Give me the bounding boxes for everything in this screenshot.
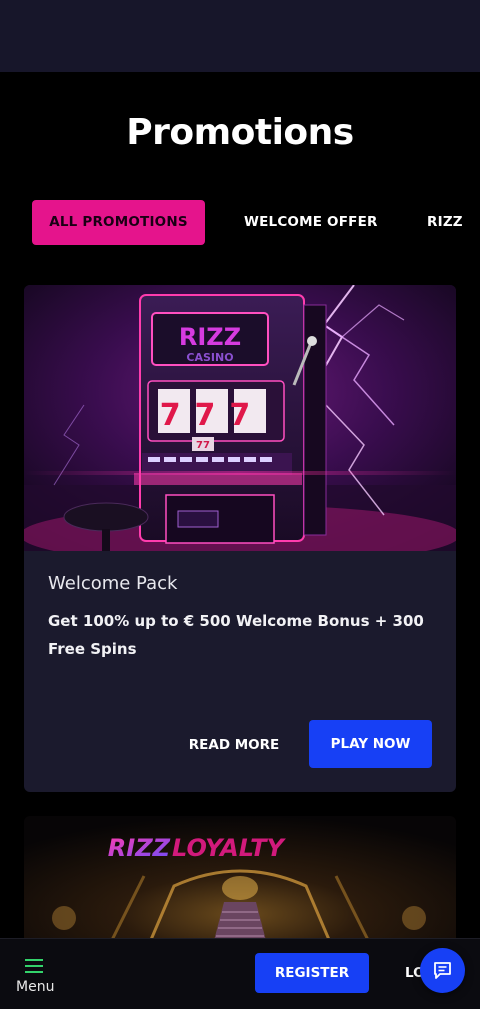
tab-rizz[interactable]: RIZZ [427, 200, 463, 245]
promotion-name: Welcome Pack [48, 573, 178, 594]
menu-label[interactable]: Menu [16, 979, 54, 995]
read-more-button[interactable]: READ MORE [184, 721, 284, 769]
page-title: Promotions [126, 112, 354, 153]
slot-reels: 777 [160, 398, 265, 433]
promotion-tabs: ALL PROMOTIONS WELCOME OFFER RIZZ [32, 200, 480, 246]
top-header-bar [0, 0, 480, 72]
slot-machine-image[interactable]: RIZZ CASINO 777 77 [24, 285, 456, 551]
tab-all-promotions[interactable]: ALL PROMOTIONS [32, 200, 205, 245]
promotion-card-welcome-pack: RIZZ CASINO 777 77 Welcome Pack Get 100%… [24, 285, 456, 792]
promotion-description: Get 100% up to € 500 Welcome Bonus + 300… [48, 612, 424, 658]
register-button[interactable]: REGISTER [255, 953, 369, 993]
chat-button[interactable] [420, 948, 465, 993]
loyalty-brand-loyalty: LOYALTY [172, 834, 286, 862]
loyalty-brand-rizz: RIZZ [108, 834, 171, 862]
slot-sign-brand: RIZZ [179, 323, 241, 351]
play-now-button[interactable]: PLAY NOW [309, 720, 432, 768]
slot-small-reel: 77 [196, 440, 210, 451]
hamburger-icon[interactable] [25, 959, 43, 973]
tab-welcome-offer[interactable]: WELCOME OFFER [244, 200, 378, 245]
chat-bubble-icon [434, 962, 451, 979]
loyalty-banner-image[interactable]: RIZZ LOYALTY [24, 816, 456, 956]
slot-sign-sub: CASINO [186, 351, 233, 364]
promotion-card-loyalty: RIZZ LOYALTY [24, 816, 456, 956]
bottom-navigation: Menu REGISTER LO [0, 938, 480, 1009]
